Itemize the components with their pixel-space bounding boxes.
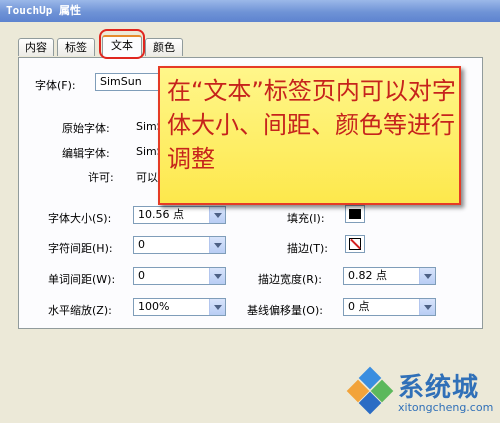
watermark-logo-icon: [346, 366, 394, 416]
tab-tags[interactable]: 标签: [57, 38, 95, 56]
font-size-label: 字体大小(S):: [48, 212, 112, 225]
fill-label: 填充(I):: [287, 212, 325, 225]
stroke-label: 描边(T):: [287, 242, 329, 255]
font-size-select[interactable]: 10.56 点: [133, 206, 226, 224]
properties-dialog: TouchUp 属性 内容 标签 文本 颜色 字体(F): SimSun 原始字…: [0, 0, 500, 423]
chevron-down-icon[interactable]: [209, 237, 225, 253]
font-size-value: 10.56 点: [138, 208, 184, 221]
permission-value: 可以: [136, 171, 158, 184]
fill-color-swatch[interactable]: [345, 205, 365, 223]
char-spacing-label: 字符间距(H):: [48, 242, 113, 255]
word-spacing-label: 单词间距(W):: [48, 273, 116, 286]
window-title: TouchUp 属性: [0, 0, 500, 22]
annotation-callout: 在“文本”标签页内可以对字体大小、间距、颜色等进行调整: [158, 66, 461, 205]
tab-color[interactable]: 颜色: [145, 38, 183, 56]
tab-content[interactable]: 内容: [18, 38, 54, 56]
fill-color-icon: [349, 209, 361, 219]
chevron-down-icon[interactable]: [209, 299, 225, 315]
h-scale-select[interactable]: 100%: [133, 298, 226, 316]
watermark-name: 系统城: [398, 373, 480, 403]
baseline-select[interactable]: 0 点: [343, 298, 436, 316]
tab-highlight-circle: [99, 29, 145, 59]
char-spacing-select[interactable]: 0: [133, 236, 226, 254]
stroke-width-select[interactable]: 0.82 点: [343, 267, 436, 285]
font-label: 字体(F):: [35, 79, 76, 92]
baseline-value: 0 点: [348, 300, 370, 313]
char-spacing-value: 0: [138, 238, 145, 251]
baseline-label: 基线偏移量(O):: [247, 304, 323, 317]
font-select[interactable]: SimSun: [95, 73, 165, 91]
edit-font-label: 编辑字体:: [62, 147, 110, 160]
callout-text: 在“文本”标签页内可以对字体大小、间距、颜色等进行调整: [167, 77, 456, 173]
stroke-color-swatch[interactable]: [345, 235, 365, 253]
watermark-url: xitongcheng.com: [398, 401, 494, 414]
chevron-down-icon[interactable]: [419, 268, 435, 284]
chevron-down-icon[interactable]: [209, 268, 225, 284]
h-scale-label: 水平缩放(Z):: [48, 304, 112, 317]
chevron-down-icon[interactable]: [419, 299, 435, 315]
stroke-width-label: 描边宽度(R):: [258, 273, 322, 286]
h-scale-value: 100%: [138, 300, 170, 313]
no-stroke-icon: [349, 238, 361, 250]
chevron-down-icon[interactable]: [209, 207, 225, 223]
stroke-width-value: 0.82 点: [348, 269, 387, 282]
permission-label: 许可:: [88, 171, 114, 184]
original-font-label: 原始字体:: [62, 122, 110, 135]
word-spacing-value: 0: [138, 269, 145, 282]
word-spacing-select[interactable]: 0: [133, 267, 226, 285]
